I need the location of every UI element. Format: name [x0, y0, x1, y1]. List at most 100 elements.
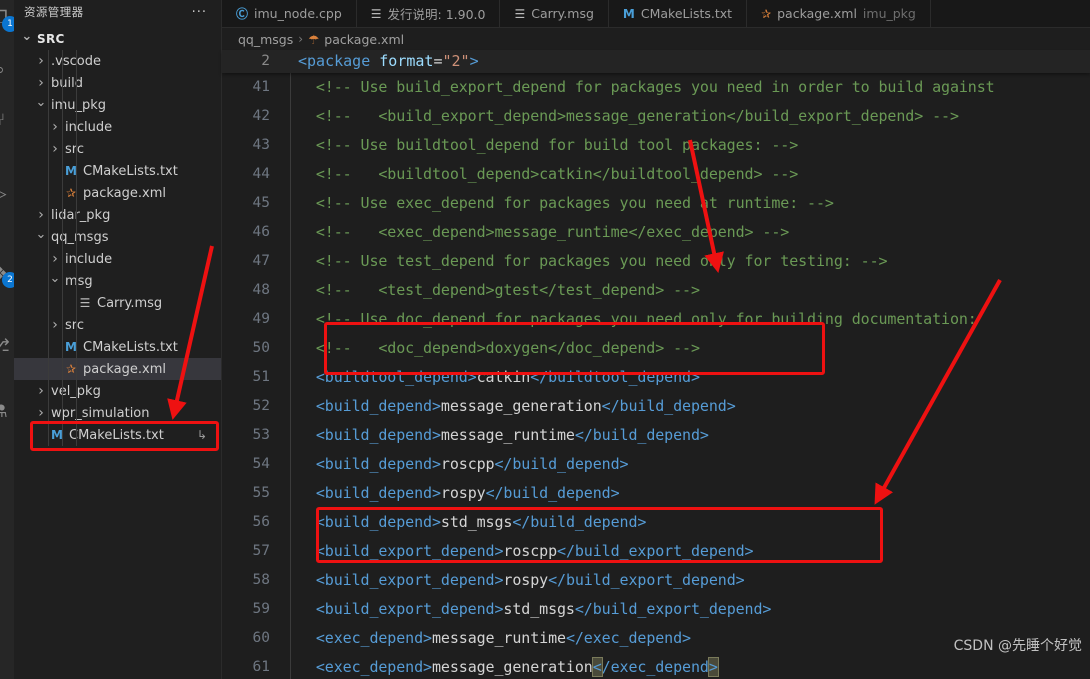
- editor-tab--1-90-0[interactable]: ☰ 发行说明: 1.90.0: [356, 0, 501, 27]
- highlight-box-build-depend: [324, 322, 825, 375]
- tree-item-package-xml[interactable]: ✰ package.xml: [14, 358, 221, 380]
- tree-item-src[interactable]: SRC: [14, 28, 221, 50]
- code-line[interactable]: 59 <build_export_depend>std_msgs</build_…: [222, 595, 1090, 624]
- tree-item-build[interactable]: build: [14, 72, 221, 94]
- editor-tab-imu-node-cpp[interactable]: Ⓒimu_node.cpp: [222, 0, 357, 27]
- run-debug-icon[interactable]: ▷: [0, 178, 14, 210]
- chevron-down-icon[interactable]: [34, 230, 48, 245]
- remote-explorer-icon[interactable]: ⎇: [0, 330, 14, 362]
- code-line[interactable]: 44 <!-- <buildtool_depend>catkin</buildt…: [222, 160, 1090, 189]
- chevron-right-icon[interactable]: [34, 53, 48, 69]
- cmake-file-icon: M: [65, 340, 77, 354]
- code-line-text: <exec_depend>message_generation</exec_de…: [298, 653, 719, 679]
- chevron-down-icon[interactable]: [20, 32, 34, 47]
- code-line[interactable]: 55 <build_depend>rospy</build_depend>: [222, 479, 1090, 508]
- code-token: </build_depend>: [601, 397, 736, 415]
- tree-item-vel-pkg[interactable]: vel_pkg: [14, 380, 221, 402]
- line-number: 52: [252, 398, 270, 414]
- editor-tab-cmakelists-txt[interactable]: M CMakeLists.txt: [608, 0, 748, 27]
- code-line[interactable]: 58 <build_export_depend>rospy</build_exp…: [222, 566, 1090, 595]
- breadcrumb-file[interactable]: package.xml: [324, 32, 404, 47]
- code-token: <: [591, 657, 603, 677]
- tree-item-cmakelists-txt[interactable]: M CMakeLists.txt: [14, 336, 221, 358]
- code-line[interactable]: 52 <build_depend>message_generation</bui…: [222, 392, 1090, 421]
- code-token: "2": [442, 52, 470, 70]
- more-actions-icon[interactable]: ···: [192, 5, 213, 20]
- code-line-text: <build_depend>message_generation</build_…: [298, 392, 736, 421]
- tree-item-label: imu_pkg: [51, 97, 107, 113]
- code-line[interactable]: 41 <!-- Use build_export_depend for pack…: [222, 73, 1090, 102]
- chevron-right-icon[interactable]: [48, 317, 62, 333]
- book-file-icon: ☰: [370, 6, 382, 21]
- code-line-text: <build_export_depend>rospy</build_export…: [298, 566, 745, 595]
- code-line[interactable]: 46 <!-- <exec_depend>message_runtime</ex…: [222, 218, 1090, 247]
- code-line[interactable]: 61 <exec_depend>message_generation</exec…: [222, 653, 1090, 679]
- chevron-right-icon[interactable]: [34, 405, 48, 421]
- code-token: </build_export_depend>: [548, 571, 745, 589]
- editor-tab-label: 发行说明: 1.90.0: [387, 7, 486, 22]
- code-content[interactable]: 41 <!-- Use build_export_depend for pack…: [222, 73, 1090, 679]
- code-indent-guide: [290, 508, 291, 537]
- code-indent-guide: [290, 276, 291, 305]
- test-icon[interactable]: ⚗: [0, 396, 14, 428]
- line-number: 50: [252, 340, 270, 356]
- code-line[interactable]: 53 <build_depend>message_runtime</build_…: [222, 421, 1090, 450]
- code-line-text: <!-- Use build_export_depend for package…: [298, 73, 995, 102]
- chevron-down-icon[interactable]: [34, 98, 48, 113]
- tree-item--vscode[interactable]: .vscode: [14, 50, 221, 72]
- editor-tab-label: imu_node.cpp: [254, 6, 342, 21]
- sticky-scroll-line[interactable]: 2 <package format="2">: [222, 50, 1090, 73]
- breadcrumb-folder[interactable]: qq_msgs: [238, 32, 293, 47]
- code-line[interactable]: 42 <!-- <build_export_depend>message_gen…: [222, 102, 1090, 131]
- tree-item-src[interactable]: src: [14, 314, 221, 336]
- code-token: format: [379, 52, 434, 70]
- code-line[interactable]: 54 <build_depend>roscpp</build_depend>: [222, 450, 1090, 479]
- code-line-text: <!-- Use test_depend for packages you ne…: [298, 247, 888, 276]
- code-line-text: <build_depend>roscpp</build_depend>: [298, 450, 629, 479]
- code-indent-guide: [290, 160, 291, 189]
- tree-item-carry-msg[interactable]: ☰ Carry.msg: [14, 292, 221, 314]
- line-number: 54: [252, 456, 270, 472]
- code-line-text: <!-- Use buildtool_depend for build tool…: [298, 131, 798, 160]
- chevron-right-icon[interactable]: [48, 141, 62, 157]
- tree-item-package-xml[interactable]: ✰ package.xml: [14, 182, 221, 204]
- editor-tab-bar: Ⓒimu_node.cpp ☰ 发行说明: 1.90.0 ☰ Carry.msg M CMa…: [222, 0, 1090, 28]
- code-token: message_runtime: [431, 629, 566, 647]
- line-number: 53: [252, 427, 270, 443]
- chevron-right-icon[interactable]: [34, 207, 48, 223]
- editor-tab-carry-msg[interactable]: ☰ Carry.msg: [500, 0, 609, 27]
- code-line[interactable]: 45 <!-- Use exec_depend for packages you…: [222, 189, 1090, 218]
- chevron-down-icon[interactable]: [48, 274, 62, 289]
- code-line[interactable]: 43 <!-- Use buildtool_depend for build t…: [222, 131, 1090, 160]
- code-token: </build_depend>: [494, 455, 629, 473]
- tree-item-imu-pkg[interactable]: imu_pkg: [14, 94, 221, 116]
- code-token: rospy: [440, 484, 486, 502]
- tree-item-cmakelists-txt[interactable]: M CMakeLists.txt: [14, 160, 221, 182]
- chevron-right-icon[interactable]: [34, 75, 48, 91]
- code-indent-guide: [290, 189, 291, 218]
- code-indent-guide: [290, 595, 291, 624]
- search-icon[interactable]: ⌕: [0, 54, 14, 86]
- line-number: 42: [252, 108, 270, 124]
- chevron-right-icon[interactable]: [48, 251, 62, 267]
- tree-item-include[interactable]: include: [14, 248, 221, 270]
- tree-item-include[interactable]: include: [14, 116, 221, 138]
- editor-tab-package-xml[interactable]: ✰ package.xml imu_pkg: [747, 0, 931, 27]
- tree-item-msg[interactable]: msg: [14, 270, 221, 292]
- tree-item-src[interactable]: src: [14, 138, 221, 160]
- source-control-icon[interactable]: ⑂: [0, 104, 14, 136]
- sticky-line-text: <package format="2">: [298, 50, 479, 73]
- chevron-right-icon[interactable]: [48, 119, 62, 135]
- code-line[interactable]: 48 <!-- <test_depend>gtest</test_depend>…: [222, 276, 1090, 305]
- tree-item-qq-msgs[interactable]: qq_msgs: [14, 226, 221, 248]
- line-number: 51: [252, 369, 270, 385]
- code-indent-guide: [290, 537, 291, 566]
- explorer-badge: 1: [2, 16, 14, 32]
- highlight-box-package-xml: [30, 421, 219, 451]
- code-line-text: <!-- <buildtool_depend>catkin</buildtool…: [298, 160, 798, 189]
- code-indent-guide: [290, 421, 291, 450]
- code-line[interactable]: 47 <!-- Use test_depend for packages you…: [222, 247, 1090, 276]
- code-token: <exec_depend>: [298, 658, 432, 676]
- tree-item-lidar-pkg[interactable]: lidar_pkg: [14, 204, 221, 226]
- chevron-right-icon[interactable]: [34, 383, 48, 399]
